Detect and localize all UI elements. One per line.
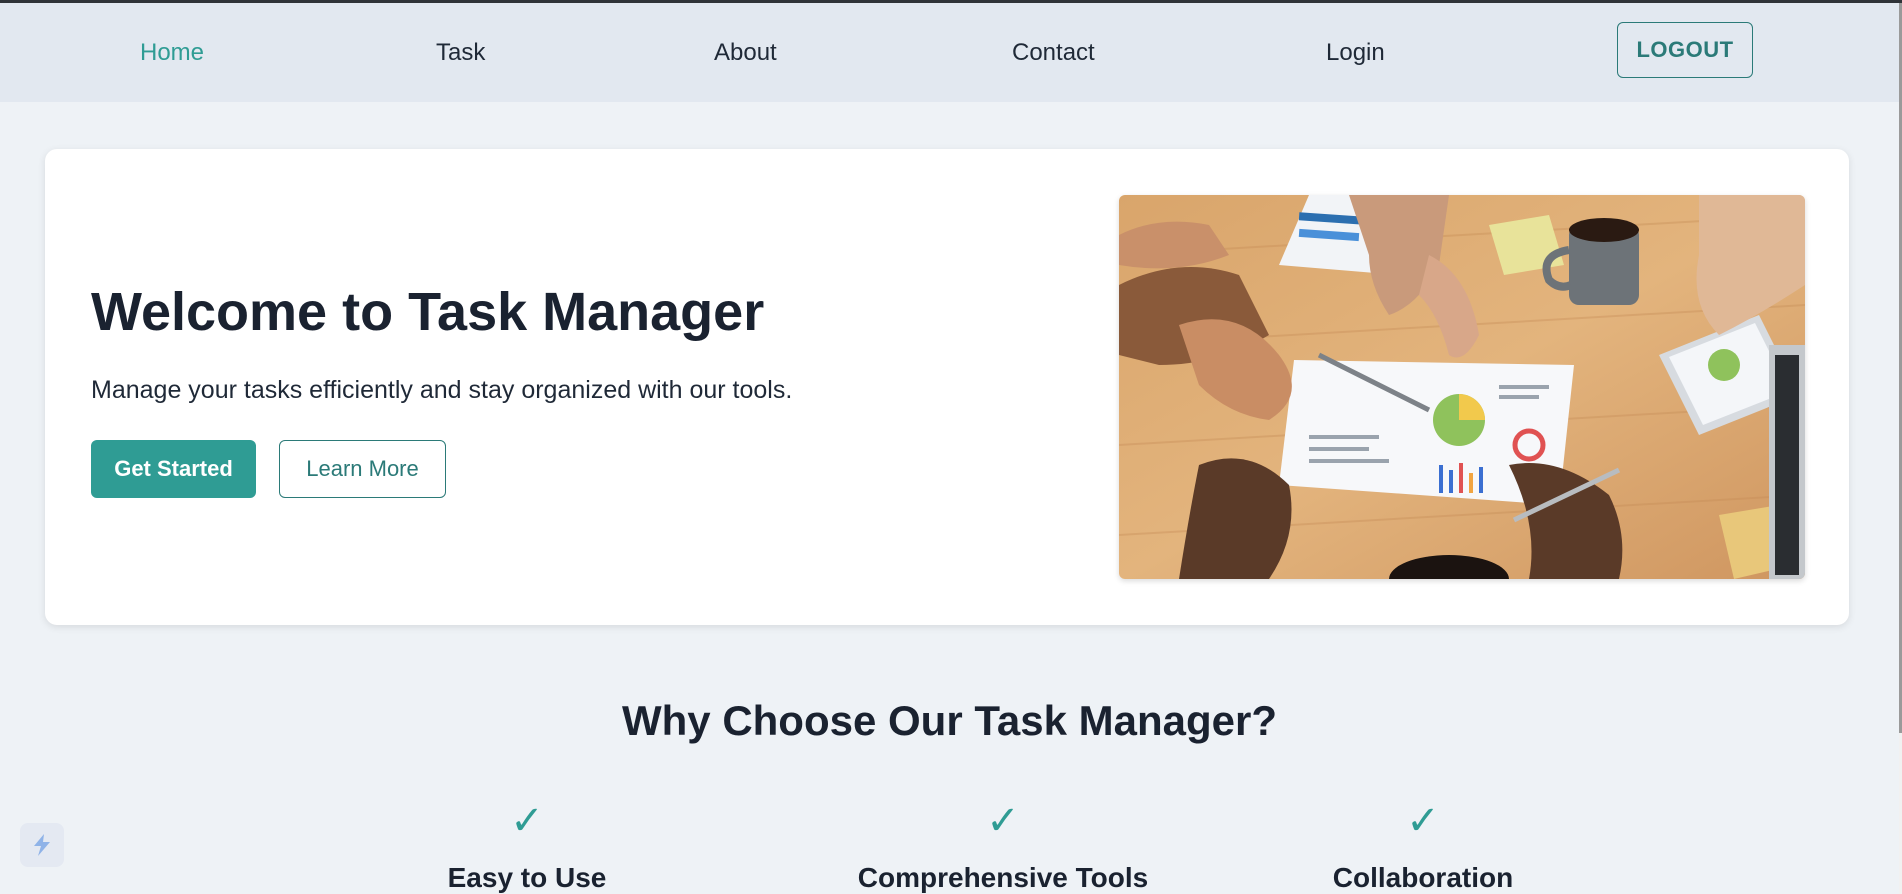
navbar: Home Task About Contact Login LOGOUT: [0, 3, 1899, 102]
nav-task-link[interactable]: Task: [436, 39, 485, 67]
nav-home-link[interactable]: Home: [140, 39, 204, 67]
hero-subtitle: Manage your tasks efficiently and stay o…: [91, 376, 793, 404]
check-icon: ✓: [1406, 799, 1440, 843]
feature-comprehensive-tools: ✓ Comprehensive Tools: [833, 798, 1173, 894]
nav-login-link[interactable]: Login: [1326, 39, 1385, 67]
feature-title: Comprehensive Tools: [857, 862, 1149, 893]
feature-collaboration: ✓ Collaboration: [1253, 798, 1593, 894]
nav-about-link[interactable]: About: [714, 39, 777, 67]
lightning-logo-icon: [34, 834, 50, 856]
learn-more-button[interactable]: Learn More: [279, 440, 446, 498]
feature-title: Easy to Use: [447, 862, 607, 893]
check-icon: ✓: [510, 799, 544, 843]
feature-easy-to-use: ✓ Easy to Use: [357, 798, 697, 894]
logout-button[interactable]: LOGOUT: [1617, 22, 1753, 78]
nav-contact-link[interactable]: Contact: [1012, 39, 1095, 67]
features-title: Why Choose Our Task Manager?: [622, 697, 1277, 744]
hero-image: [1119, 195, 1805, 579]
floating-widget-icon[interactable]: [20, 823, 64, 867]
hero-card: Welcome to Task Manager Manage your task…: [45, 149, 1849, 625]
feature-title: Collaboration: [1332, 862, 1514, 893]
hero-title: Welcome to Task Manager: [91, 282, 765, 342]
check-icon: ✓: [986, 799, 1020, 843]
get-started-button[interactable]: Get Started: [91, 440, 256, 498]
team-meeting-illustration: [1119, 195, 1805, 579]
